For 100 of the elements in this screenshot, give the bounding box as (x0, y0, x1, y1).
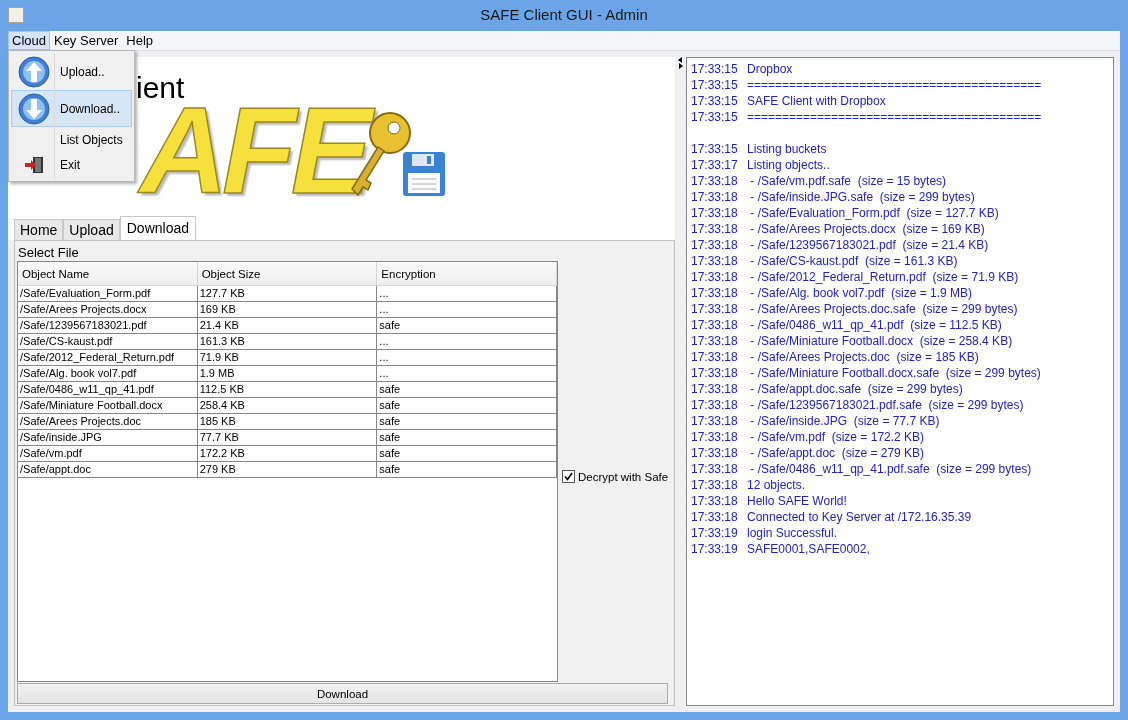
log-message: - /Safe/0486_w11_qp_41.pdf (size = 112.5 KB) (749, 317, 1002, 333)
column-header[interactable]: Encryption (377, 262, 557, 285)
log-time: 17:33:15 (691, 77, 739, 93)
table-cell: /Safe/vm.pdf (18, 446, 198, 462)
log-message: ========================================== (747, 109, 1042, 125)
table-cell: safe (377, 318, 557, 334)
log-message: - /Safe/Miniature Football.docx (size = 258.4 KB) (749, 333, 1013, 349)
log-time: 17:33:15 (691, 93, 739, 109)
section-label: Select File (17, 244, 79, 261)
log-time: 17:33:18 (691, 317, 739, 333)
exit-door-icon (24, 155, 44, 174)
log-time: 17:33:18 (691, 221, 739, 237)
menu-item[interactable]: Exit (11, 152, 132, 177)
log-time: 17:33:18 (691, 493, 739, 509)
table-cell: 169 KB (197, 302, 378, 318)
log-time: 17:33:17 (691, 157, 739, 173)
log-message: - /Safe/0486_w11_qp_41.pdf.safe (size = 299 bytes) (749, 461, 1032, 477)
log-time: 17:33:18 (691, 477, 739, 493)
table-cell: ... (377, 334, 557, 350)
window-title: SAFE Client GUI - Admin (480, 6, 648, 23)
table-cell: safe (377, 462, 557, 478)
log-time: 17:33:19 (691, 541, 739, 557)
log-time: 17:33:18 (691, 189, 739, 205)
log-time: 17:33:18 (691, 413, 739, 429)
tab[interactable]: Home (14, 219, 64, 240)
log-message: - /Safe/1239567183021.pdf (size = 21.4 KB) (749, 237, 989, 253)
table-cell: safe (377, 414, 557, 430)
column-header[interactable]: Object Size (197, 262, 378, 285)
table-cell: safe (377, 446, 557, 462)
log-message: - /Safe/Evaluation_Form.pdf (size = 127.7 KB) (749, 205, 999, 221)
table-cell: /Safe/0486_w11_qp_41.pdf (18, 382, 198, 398)
menu-item[interactable]: List Objects (11, 127, 132, 152)
log-time: 17:33:18 (691, 205, 739, 221)
app-icon (8, 6, 24, 23)
table-cell: 77.7 KB (197, 430, 378, 446)
split-arrows-icon (678, 57, 683, 69)
tab[interactable]: Download (119, 216, 196, 240)
log-message: Listing objects.. (747, 157, 830, 173)
log-time: 17:33:18 (691, 269, 739, 285)
log-time: 17:33:18 (691, 173, 739, 189)
log-time: 17:33:18 (691, 381, 739, 397)
column-header[interactable]: Object Name (18, 262, 198, 285)
log-message: - /Safe/appt.doc.safe (size = 299 bytes) (749, 381, 963, 397)
download-button[interactable]: Download (17, 683, 668, 704)
table-cell: ... (377, 302, 557, 318)
log-message: - /Safe/Arees Projects.doc.safe (size = 299 bytes) (749, 301, 1018, 317)
table-cell: safe (377, 398, 557, 414)
checkbox[interactable] (562, 470, 575, 483)
table-cell: safe (377, 382, 557, 398)
log-time: 17:33:18 (691, 285, 739, 301)
log-message: - /Safe/Arees Projects.docx (size = 169 KB) (749, 221, 985, 237)
menu-bar-item[interactable]: Key Server (49, 31, 123, 50)
log-message: Connected to Key Server at /172.16.35.39 (747, 509, 972, 525)
log-message: - /Safe/Alg. book vol7.pdf (size = 1.9 MB) (749, 285, 973, 301)
log-message: - /Safe/CS-kaust.pdf (size = 161.3 KB) (749, 253, 958, 269)
log-message: - /Safe/1239567183021.pdf.safe (size = 299 bytes) (749, 397, 1024, 413)
table-cell: 71.9 KB (197, 350, 378, 366)
table-cell: ... (377, 350, 557, 366)
log-time: 17:33:18 (691, 365, 739, 381)
table-cell: /Safe/Evaluation_Form.pdf (18, 286, 198, 302)
log-message: Listing buckets (747, 141, 827, 157)
log-time: 17:33:18 (691, 461, 739, 477)
menu-item[interactable]: Download.. (11, 90, 132, 127)
menu-item[interactable]: Upload.. (11, 53, 132, 90)
log-message: Hello SAFE World! (747, 493, 847, 509)
log-message: SAFE Client with Dropbox (747, 93, 886, 109)
log-message: login Successful. (747, 525, 838, 541)
table-cell: /Safe/Miniature Football.docx (18, 398, 198, 414)
table-cell: /Safe/Arees Projects.docx (18, 302, 198, 318)
log-time: 17:33:18 (691, 445, 739, 461)
log-time: 17:33:18 (691, 253, 739, 269)
table-cell: 172.2 KB (197, 446, 378, 462)
table-cell: safe (377, 430, 557, 446)
log-time: 17:33:18 (691, 509, 739, 525)
menu-bar-item[interactable]: Help (122, 31, 158, 50)
checkbox-label: Decrypt with Safe (578, 470, 669, 483)
log-time: 17:33:15 (691, 61, 739, 77)
log-message: Dropbox (747, 61, 793, 77)
log-message: 12 objects. (747, 477, 806, 493)
log-time: 17:33:19 (691, 525, 739, 541)
table-cell: 112.5 KB (197, 382, 378, 398)
log-message: - /Safe/inside.JPG.safe (size = 299 bytes) (749, 189, 975, 205)
table-cell: ... (377, 366, 557, 382)
table-cell: 185 KB (197, 414, 378, 430)
table-cell: 258.4 KB (197, 398, 378, 414)
log-message: - /Safe/vm.pdf.safe (size = 15 bytes) (749, 173, 947, 189)
table-cell: /Safe/2012_Federal_Return.pdf (18, 350, 198, 366)
table-cell: 21.4 KB (197, 318, 378, 334)
menu-bar-item[interactable]: Cloud (8, 31, 50, 50)
log-message: - /Safe/2012_Federal_Return.pdf (size = 71.9 KB) (749, 269, 1019, 285)
log-time: 17:33:18 (691, 349, 739, 365)
log-message: - /Safe/Arees Projects.doc (size = 185 KB) (749, 349, 979, 365)
log-time: 17:33:18 (691, 429, 739, 445)
log-time: 17:33:15 (691, 109, 739, 125)
log-message: - /Safe/Miniature Football.docx.safe (size = 299 bytes) (749, 365, 1041, 381)
table-cell: 1.9 MB (197, 366, 378, 382)
table-cell: /Safe/inside.JPG (18, 430, 198, 446)
tab[interactable]: Upload (63, 219, 120, 240)
log-time: 17:33:18 (691, 333, 739, 349)
log-message: - /Safe/inside.JPG (size = 77.7 KB) (749, 413, 940, 429)
